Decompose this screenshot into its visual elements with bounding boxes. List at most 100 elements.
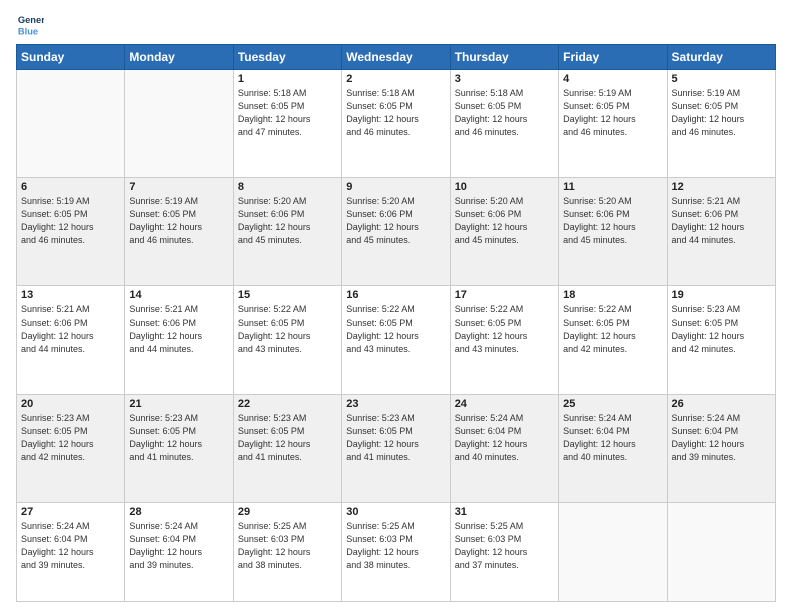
day-number: 15 <box>238 289 337 301</box>
calendar-cell <box>559 502 667 601</box>
calendar-cell: 17 Sunrise: 5:22 AM Sunset: 6:05 PM Dayli… <box>450 286 558 394</box>
cell-info: Sunrise: 5:24 AM Sunset: 6:04 PM Dayligh… <box>672 412 771 464</box>
calendar-cell: 30 Sunrise: 5:25 AM Sunset: 6:03 PM Dayli… <box>342 502 450 601</box>
calendar-cell: 26 Sunrise: 5:24 AM Sunset: 6:04 PM Dayli… <box>667 394 775 502</box>
day-number: 10 <box>455 181 554 193</box>
day-number: 4 <box>563 73 662 85</box>
day-number: 22 <box>238 398 337 410</box>
day-number: 28 <box>129 506 228 518</box>
cell-info: Sunrise: 5:19 AM Sunset: 6:05 PM Dayligh… <box>129 195 228 247</box>
day-number: 11 <box>563 181 662 193</box>
cell-info: Sunrise: 5:24 AM Sunset: 6:04 PM Dayligh… <box>129 520 228 572</box>
cell-info: Sunrise: 5:23 AM Sunset: 6:05 PM Dayligh… <box>129 412 228 464</box>
page-header: General Blue <box>16 10 776 38</box>
calendar-cell: 9 Sunrise: 5:20 AM Sunset: 6:06 PM Daylig… <box>342 178 450 286</box>
cell-info: Sunrise: 5:19 AM Sunset: 6:05 PM Dayligh… <box>21 195 120 247</box>
cell-info: Sunrise: 5:25 AM Sunset: 6:03 PM Dayligh… <box>346 520 445 572</box>
calendar-cell: 28 Sunrise: 5:24 AM Sunset: 6:04 PM Dayli… <box>125 502 233 601</box>
day-header-wednesday: Wednesday <box>342 45 450 70</box>
cell-info: Sunrise: 5:22 AM Sunset: 6:05 PM Dayligh… <box>455 303 554 355</box>
calendar-table: SundayMondayTuesdayWednesdayThursdayFrid… <box>16 44 776 602</box>
calendar-cell: 20 Sunrise: 5:23 AM Sunset: 6:05 PM Dayli… <box>17 394 125 502</box>
calendar-cell <box>17 70 125 178</box>
cell-info: Sunrise: 5:20 AM Sunset: 6:06 PM Dayligh… <box>563 195 662 247</box>
calendar-cell: 4 Sunrise: 5:19 AM Sunset: 6:05 PM Daylig… <box>559 70 667 178</box>
day-number: 26 <box>672 398 771 410</box>
cell-info: Sunrise: 5:22 AM Sunset: 6:05 PM Dayligh… <box>563 303 662 355</box>
logo: General Blue <box>16 10 48 38</box>
cell-info: Sunrise: 5:19 AM Sunset: 6:05 PM Dayligh… <box>672 87 771 139</box>
day-number: 18 <box>563 289 662 301</box>
cell-info: Sunrise: 5:23 AM Sunset: 6:05 PM Dayligh… <box>238 412 337 464</box>
day-number: 21 <box>129 398 228 410</box>
calendar-cell <box>125 70 233 178</box>
day-number: 9 <box>346 181 445 193</box>
calendar-cell <box>667 502 775 601</box>
cell-info: Sunrise: 5:21 AM Sunset: 6:06 PM Dayligh… <box>672 195 771 247</box>
day-number: 25 <box>563 398 662 410</box>
calendar-cell: 19 Sunrise: 5:23 AM Sunset: 6:05 PM Dayli… <box>667 286 775 394</box>
day-number: 13 <box>21 289 120 301</box>
calendar-cell: 27Sunrise: 5:24 AM Sunset: 6:04 PM Dayli… <box>17 502 125 601</box>
day-header-friday: Friday <box>559 45 667 70</box>
calendar-cell: 18 Sunrise: 5:22 AM Sunset: 6:05 PM Dayli… <box>559 286 667 394</box>
cell-info: Sunrise: 5:25 AM Sunset: 6:03 PM Dayligh… <box>238 520 337 572</box>
day-number: 7 <box>129 181 228 193</box>
logo-icon: General Blue <box>16 10 44 38</box>
calendar-cell: 13 Sunrise: 5:21 AM Sunset: 6:06 PM Dayli… <box>17 286 125 394</box>
day-number: 24 <box>455 398 554 410</box>
day-header-thursday: Thursday <box>450 45 558 70</box>
day-number: 12 <box>672 181 771 193</box>
cell-info: Sunrise: 5:18 AM Sunset: 6:05 PM Dayligh… <box>238 87 337 139</box>
calendar-cell: 15 Sunrise: 5:22 AM Sunset: 6:05 PM Dayli… <box>233 286 341 394</box>
day-number: 30 <box>346 506 445 518</box>
day-number: 14 <box>129 289 228 301</box>
calendar-cell: 12 Sunrise: 5:21 AM Sunset: 6:06 PM Dayli… <box>667 178 775 286</box>
day-header-saturday: Saturday <box>667 45 775 70</box>
cell-info: Sunrise: 5:22 AM Sunset: 6:05 PM Dayligh… <box>346 303 445 355</box>
calendar-cell: 29 Sunrise: 5:25 AM Sunset: 6:03 PM Dayli… <box>233 502 341 601</box>
calendar-cell: 31 Sunrise: 5:25 AM Sunset: 6:03 PM Dayli… <box>450 502 558 601</box>
calendar-cell: 7 Sunrise: 5:19 AM Sunset: 6:05 PM Daylig… <box>125 178 233 286</box>
cell-info: Sunrise: 5:18 AM Sunset: 6:05 PM Dayligh… <box>346 87 445 139</box>
calendar-cell: 14 Sunrise: 5:21 AM Sunset: 6:06 PM Dayli… <box>125 286 233 394</box>
calendar-cell: 24 Sunrise: 5:24 AM Sunset: 6:04 PM Dayli… <box>450 394 558 502</box>
cell-info: Sunrise: 5:19 AM Sunset: 6:05 PM Dayligh… <box>563 87 662 139</box>
calendar-cell: 8 Sunrise: 5:20 AM Sunset: 6:06 PM Daylig… <box>233 178 341 286</box>
day-number: 17 <box>455 289 554 301</box>
calendar-cell: 10 Sunrise: 5:20 AM Sunset: 6:06 PM Dayli… <box>450 178 558 286</box>
cell-info: Sunrise: 5:22 AM Sunset: 6:05 PM Dayligh… <box>238 303 337 355</box>
calendar-cell: 3Sunrise: 5:18 AM Sunset: 6:05 PM Daylig… <box>450 70 558 178</box>
calendar-cell: 11 Sunrise: 5:20 AM Sunset: 6:06 PM Dayli… <box>559 178 667 286</box>
cell-info: Sunrise: 5:24 AM Sunset: 6:04 PM Dayligh… <box>455 412 554 464</box>
day-number: 29 <box>238 506 337 518</box>
cell-info: Sunrise: 5:20 AM Sunset: 6:06 PM Dayligh… <box>455 195 554 247</box>
cell-info: Sunrise: 5:21 AM Sunset: 6:06 PM Dayligh… <box>129 303 228 355</box>
calendar-cell: 6 Sunrise: 5:19 AM Sunset: 6:05 PM Daylig… <box>17 178 125 286</box>
cell-info: Sunrise: 5:24 AM Sunset: 6:04 PM Dayligh… <box>563 412 662 464</box>
cell-info: Sunrise: 5:18 AM Sunset: 6:05 PM Dayligh… <box>455 87 554 139</box>
day-number: 23 <box>346 398 445 410</box>
calendar-cell: 1 Sunrise: 5:18 AM Sunset: 6:05 PM Daylig… <box>233 70 341 178</box>
cell-info: Sunrise: 5:23 AM Sunset: 6:05 PM Dayligh… <box>21 412 120 464</box>
day-number: 16 <box>346 289 445 301</box>
svg-text:General: General <box>18 15 44 25</box>
day-number: 20 <box>21 398 120 410</box>
cell-info: Sunrise: 5:20 AM Sunset: 6:06 PM Dayligh… <box>346 195 445 247</box>
day-number: 8 <box>238 181 337 193</box>
calendar-cell: 5 Sunrise: 5:19 AM Sunset: 6:05 PM Daylig… <box>667 70 775 178</box>
day-number: 6 <box>21 181 120 193</box>
calendar-cell: 25 Sunrise: 5:24 AM Sunset: 6:04 PM Dayli… <box>559 394 667 502</box>
cell-info: Sunrise: 5:25 AM Sunset: 6:03 PM Dayligh… <box>455 520 554 572</box>
day-number: 5 <box>672 73 771 85</box>
cell-info: Sunrise: 5:21 AM Sunset: 6:06 PM Dayligh… <box>21 303 120 355</box>
day-header-monday: Monday <box>125 45 233 70</box>
day-number: 1 <box>238 73 337 85</box>
calendar-cell: 21 Sunrise: 5:23 AM Sunset: 6:05 PM Dayli… <box>125 394 233 502</box>
day-number: 31 <box>455 506 554 518</box>
calendar-cell: 22 Sunrise: 5:23 AM Sunset: 6:05 PM Dayli… <box>233 394 341 502</box>
cell-info: Sunrise: 5:23 AM Sunset: 6:05 PM Dayligh… <box>672 303 771 355</box>
day-number: 19 <box>672 289 771 301</box>
cell-info: Sunrise: 5:20 AM Sunset: 6:06 PM Dayligh… <box>238 195 337 247</box>
day-number: 2 <box>346 73 445 85</box>
